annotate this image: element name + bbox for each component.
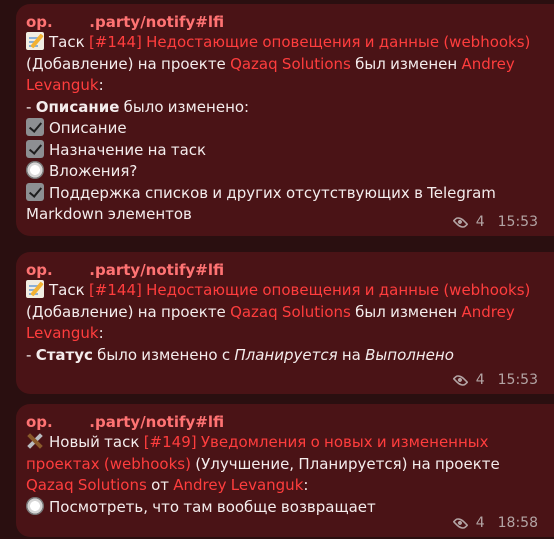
task-link[interactable]: [#149] Уведомления о новых и измененных bbox=[144, 433, 489, 451]
sender-name[interactable]: op. .party/notify#lfi bbox=[26, 12, 542, 32]
user-link[interactable]: Andrey bbox=[461, 55, 514, 73]
changed-field: Статус bbox=[35, 345, 93, 364]
message-text: Таск [#144] Недостающие оповещения и дан… bbox=[26, 280, 531, 364]
project-link[interactable]: Qazaq Solutions bbox=[230, 55, 351, 73]
status-to: Выполнено bbox=[365, 345, 454, 364]
message-meta: 4 15:53 bbox=[452, 214, 538, 230]
message-text: Новый таск [#149] Уведомления о новых и … bbox=[26, 432, 542, 518]
task-link[interactable]: [#144] Недостающие оповещения и данные (… bbox=[89, 33, 530, 51]
checklist-item: Поддержка списков и других отсутствующих… bbox=[26, 182, 542, 205]
hammer-and-wrench-icon bbox=[26, 432, 44, 450]
memo-icon bbox=[26, 280, 44, 298]
sender-name[interactable]: op. .party/notify#lfi bbox=[26, 260, 542, 280]
project-link[interactable]: Qazaq Solutions bbox=[230, 303, 351, 321]
sender-name[interactable]: op. .party/notify#lfi bbox=[26, 412, 542, 432]
view-count: 4 bbox=[475, 214, 485, 230]
check-box-icon bbox=[26, 182, 44, 201]
user-link-cont[interactable]: Levanguk bbox=[26, 76, 99, 94]
checklist-item: Описание bbox=[26, 118, 542, 140]
changed-field: Описание bbox=[35, 97, 120, 116]
message-time: 18:58 bbox=[497, 515, 538, 531]
memo-icon bbox=[26, 32, 44, 50]
message-text: Таск [#144] Недостающие оповещения и дан… bbox=[26, 32, 542, 226]
project-link[interactable]: Qazaq Solutions bbox=[26, 476, 147, 494]
eye-icon bbox=[452, 214, 469, 230]
task-link-cont[interactable]: проектах (webhooks) bbox=[26, 455, 191, 473]
user-link[interactable]: Andrey Levanguk bbox=[173, 476, 303, 494]
radio-button-icon bbox=[26, 496, 44, 515]
user-link-cont[interactable]: Levanguk bbox=[26, 324, 99, 342]
eye-icon bbox=[452, 372, 469, 388]
checklist-item: Вложения? bbox=[26, 161, 542, 183]
check-box-icon bbox=[26, 118, 44, 136]
message-meta: 4 18:58 bbox=[452, 515, 538, 531]
view-count: 4 bbox=[475, 372, 485, 388]
eye-icon bbox=[452, 515, 469, 531]
status-from: Планируется bbox=[234, 345, 338, 364]
message-2[interactable]: op. .party/notify#lfi Таск [#144] Недост… bbox=[16, 252, 554, 394]
message-time: 15:53 bbox=[497, 214, 538, 230]
checklist-item: Назначение на таск bbox=[26, 139, 542, 162]
message-time: 15:53 bbox=[497, 372, 538, 388]
task-link[interactable]: [#144] Недостающие оповещения и данные (… bbox=[89, 281, 530, 299]
check-box-icon bbox=[26, 139, 44, 158]
user-link[interactable]: Andrey bbox=[461, 303, 514, 321]
message-3[interactable]: op. .party/notify#lfi Новый таск [#149] … bbox=[16, 404, 554, 537]
message-meta: 4 15:53 bbox=[452, 372, 538, 388]
view-count: 4 bbox=[475, 515, 485, 531]
radio-button-icon bbox=[26, 161, 44, 179]
message-1[interactable]: op. .party/notify#lfi Таск [#144] Недост… bbox=[16, 4, 554, 236]
